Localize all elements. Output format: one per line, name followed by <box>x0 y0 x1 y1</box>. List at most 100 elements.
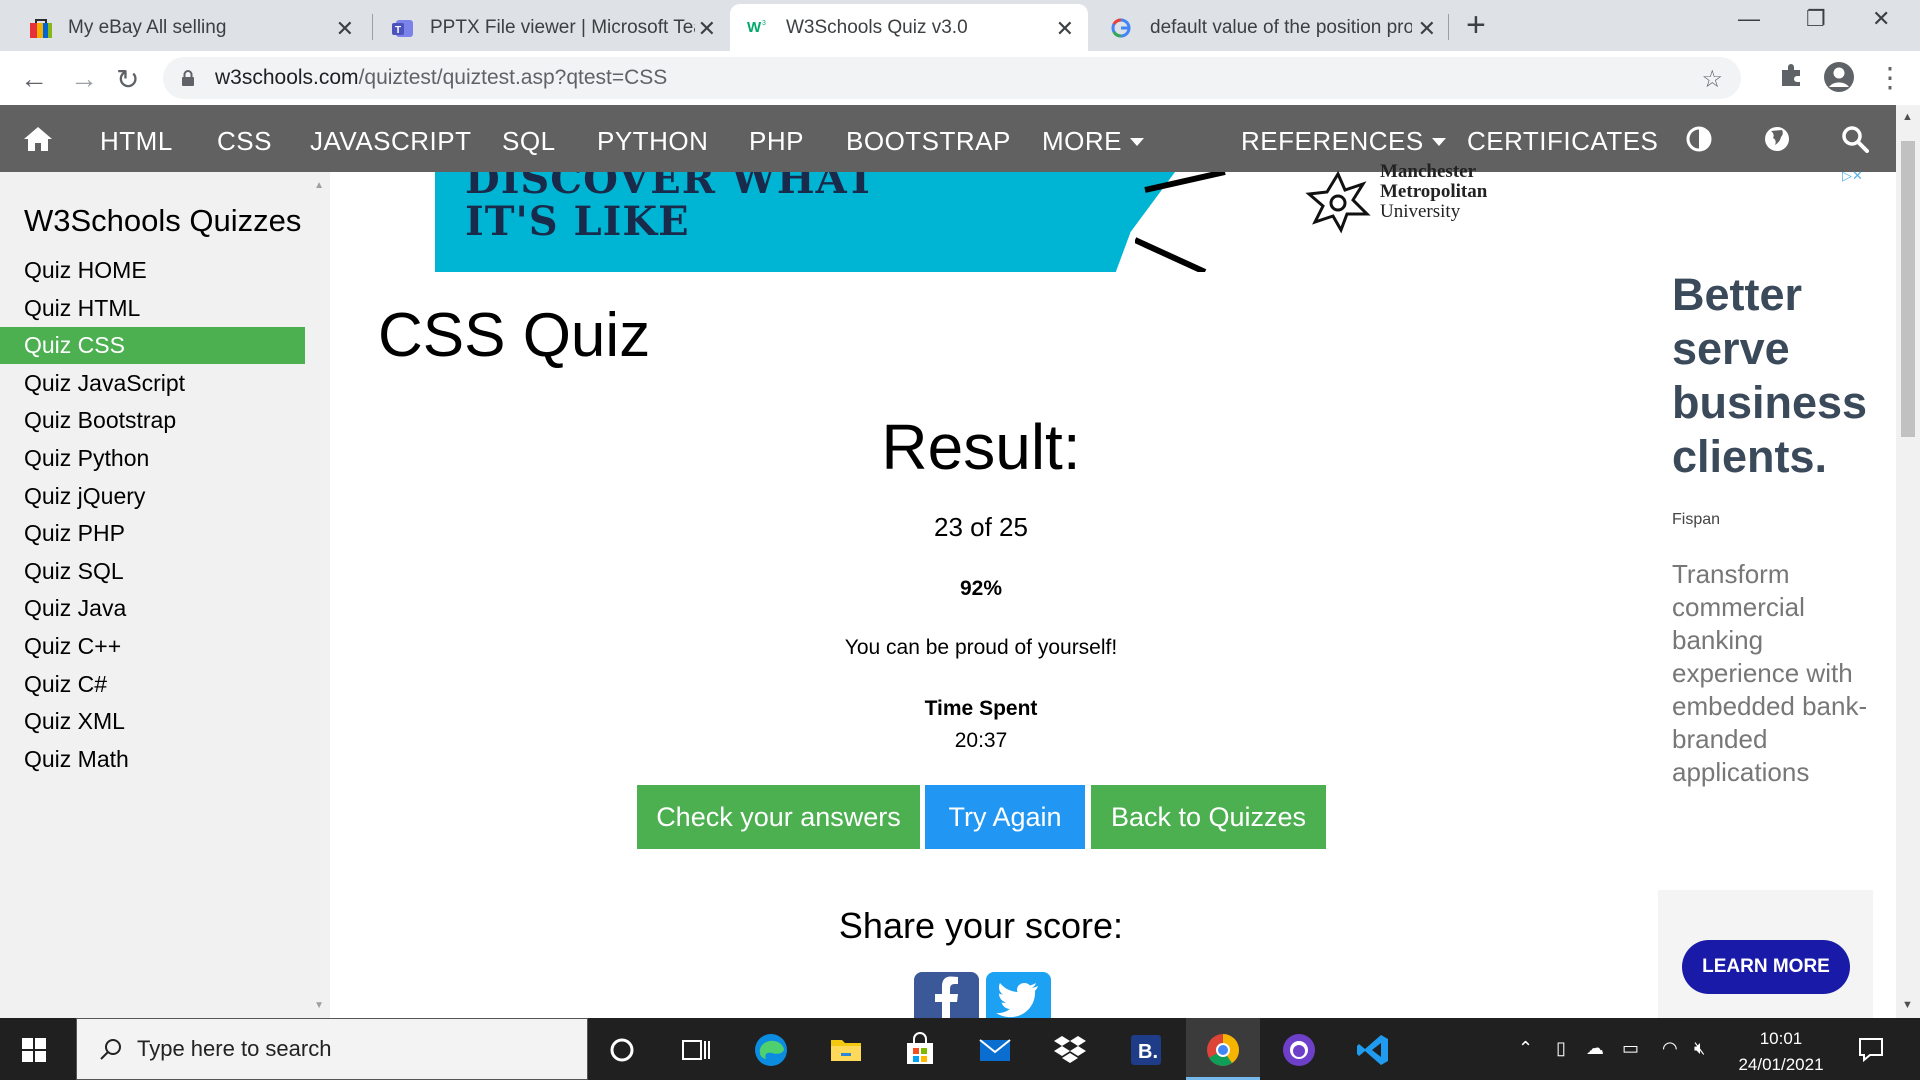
nav-sql[interactable]: SQL <box>502 126 556 157</box>
svg-text:B.: B. <box>1138 1041 1158 1063</box>
forward-arrow-icon[interactable]: → <box>70 63 98 95</box>
learn-more-button[interactable]: LEARN MORE <box>1682 940 1850 994</box>
github-icon[interactable] <box>1280 1031 1318 1069</box>
sidebar-link-quiz-c[interactable]: Quiz C++ <box>0 628 305 665</box>
tab-w3schools[interactable]: W 3 W3Schools Quiz v3.0 ✕ <box>730 4 1088 51</box>
sidebar-link-quiz-sql[interactable]: Quiz SQL <box>0 553 305 590</box>
sidebar-link-quiz-java[interactable]: Quiz Java <box>0 590 305 627</box>
dropbox-icon[interactable] <box>1051 1031 1089 1069</box>
scroll-up-icon[interactable]: ▲ <box>1902 111 1913 123</box>
caret-down-icon <box>1431 138 1446 146</box>
sidebar-link-quiz-html[interactable]: Quiz HTML <box>0 290 305 327</box>
side-ad-headline: Better serve business clients. <box>1672 269 1868 482</box>
check-answers-button[interactable]: Check your answers <box>637 785 920 849</box>
windows-start-icon[interactable] <box>22 1038 46 1062</box>
edge-icon[interactable] <box>752 1031 790 1069</box>
chrome-icon[interactable] <box>1204 1031 1242 1069</box>
sidebar-link-quiz-math[interactable]: Quiz Math <box>0 741 305 778</box>
sidebar-link-quiz-c[interactable]: Quiz C# <box>0 666 305 703</box>
new-tab-button[interactable]: + <box>1466 6 1486 45</box>
close-window-button[interactable]: ✕ <box>1872 6 1890 32</box>
tab-separator <box>372 14 373 40</box>
try-again-button[interactable]: Try Again <box>925 785 1085 849</box>
browser-tab-strip: My eBay All selling ✕ T PPTX File viewer… <box>0 0 1920 51</box>
reload-icon[interactable]: ↻ <box>116 63 139 96</box>
taskbar-search-placeholder: Type here to search <box>137 1036 332 1061</box>
nav-python[interactable]: PYTHON <box>597 126 708 157</box>
file-explorer-icon[interactable] <box>827 1031 865 1069</box>
url-host: w3schools.com <box>215 66 359 89</box>
sidebar-link-quiz-php[interactable]: Quiz PHP <box>0 515 305 552</box>
volume-muted-icon[interactable]: 🔇︎ <box>1694 1038 1705 1059</box>
nav-more[interactable]: MORE <box>1042 126 1144 157</box>
nav-references[interactable]: REFERENCES <box>1241 126 1446 157</box>
sidebar-link-quiz-jquery[interactable]: Quiz jQuery <box>0 478 305 515</box>
result-heading: Result: <box>881 411 1081 483</box>
page-scrollbar[interactable]: ▲ ▼ <box>1896 105 1920 1018</box>
task-view-icon[interactable] <box>677 1031 715 1069</box>
sidebar-scroll-up-icon[interactable]: ▲ <box>314 180 324 191</box>
browser-toolbar: ← → ↻ w3schools.com/quiztest/quiztest.as… <box>0 51 1920 105</box>
store-icon[interactable] <box>901 1031 939 1069</box>
nav-php[interactable]: PHP <box>749 126 804 157</box>
device-icon[interactable]: ▯ <box>1556 1038 1566 1059</box>
profile-avatar-icon[interactable] <box>1822 60 1856 94</box>
vscode-icon[interactable] <box>1354 1031 1392 1069</box>
university-name-line3: University <box>1380 201 1461 222</box>
nav-html[interactable]: HTML <box>100 126 173 157</box>
tab-google[interactable]: default value of the position prop ✕ <box>1094 4 1450 51</box>
kebab-menu-icon[interactable]: ⋮ <box>1876 61 1904 94</box>
nav-javascript[interactable]: JAVASCRIPT <box>310 126 472 157</box>
tab-teams[interactable]: T PPTX File viewer | Microsoft Team ✕ <box>374 4 730 51</box>
mail-icon[interactable] <box>976 1031 1014 1069</box>
onedrive-cloud-icon[interactable]: ☁ <box>1586 1038 1604 1059</box>
cortana-icon[interactable] <box>603 1031 641 1069</box>
sidebar-link-quiz-python[interactable]: Quiz Python <box>0 440 305 477</box>
nav-more-label: MORE <box>1042 126 1122 156</box>
address-bar[interactable]: w3schools.com/quiztest/quiztest.asp?qtes… <box>163 57 1741 99</box>
close-icon[interactable]: ✕ <box>1418 16 1436 42</box>
score-percent: 92% <box>959 577 1003 600</box>
sidebar-link-quiz-bootstrap[interactable]: Quiz Bootstrap <box>0 402 305 439</box>
nav-bootstrap[interactable]: BOOTSTRAP <box>846 126 1011 157</box>
tab-title: My eBay All selling <box>68 16 227 38</box>
scroll-down-icon[interactable]: ▼ <box>1902 999 1913 1011</box>
taskbar-clock[interactable]: 10:01 24/01/2021 <box>1728 1026 1834 1078</box>
restore-button[interactable]: ❐ <box>1806 6 1826 32</box>
time-spent-value: 20:37 <box>954 729 1008 752</box>
minimize-button[interactable]: — <box>1738 6 1760 32</box>
scrollbar-thumb[interactable] <box>1901 141 1915 437</box>
wifi-icon[interactable]: ◠ <box>1662 1038 1678 1059</box>
back-to-quizzes-button[interactable]: Back to Quizzes <box>1091 785 1326 849</box>
close-icon[interactable]: ✕ <box>336 16 354 42</box>
nav-certificates[interactable]: CERTIFICATES <box>1467 126 1658 157</box>
sidebar-link-quiz-xml[interactable]: Quiz XML <box>0 703 305 740</box>
b-app-icon[interactable]: B. <box>1127 1031 1165 1069</box>
search-icon[interactable] <box>1841 125 1869 153</box>
battery-icon[interactable]: ▭ <box>1622 1038 1639 1059</box>
bookmark-star-icon[interactable]: ☆ <box>1701 65 1723 94</box>
sidebar-link-quiz-javascript[interactable]: Quiz JavaScript <box>0 365 305 402</box>
tab-ebay[interactable]: My eBay All selling ✕ <box>12 4 368 51</box>
sidebar-link-quiz-css[interactable]: Quiz CSS <box>0 327 305 365</box>
adchoices-icon[interactable]: ▷✕ <box>1842 168 1863 184</box>
nav-css[interactable]: CSS <box>217 126 272 157</box>
back-arrow-icon[interactable]: ← <box>20 63 48 95</box>
close-icon[interactable]: ✕ <box>698 16 716 42</box>
close-icon[interactable]: ✕ <box>1056 16 1074 42</box>
show-hidden-icons-chevron-icon[interactable]: ⌃ <box>1518 1038 1533 1059</box>
home-icon[interactable] <box>22 125 54 153</box>
taskbar-search-box[interactable]: Type here to search <box>76 1018 588 1080</box>
sidebar-link-quiz-home[interactable]: Quiz HOME <box>0 252 305 289</box>
tab-title: PPTX File viewer | Microsoft Team <box>430 16 695 38</box>
banner-ad[interactable]: DISCOVER WHAT IT'S LIKE <box>435 172 1230 272</box>
university-rose-logo-icon <box>1305 170 1371 234</box>
extensions-puzzle-icon[interactable] <box>1778 62 1804 88</box>
globe-icon[interactable] <box>1763 125 1791 153</box>
action-center-icon[interactable] <box>1858 1036 1884 1062</box>
sidebar-scroll-down-icon[interactable]: ▼ <box>314 1000 324 1011</box>
contrast-toggle-icon[interactable] <box>1685 125 1713 153</box>
side-ad[interactable]: Better serve business clients. Fispan Tr… <box>1658 188 1873 1018</box>
facebook-share-button[interactable] <box>914 972 979 1022</box>
twitter-share-button[interactable] <box>986 972 1051 1022</box>
